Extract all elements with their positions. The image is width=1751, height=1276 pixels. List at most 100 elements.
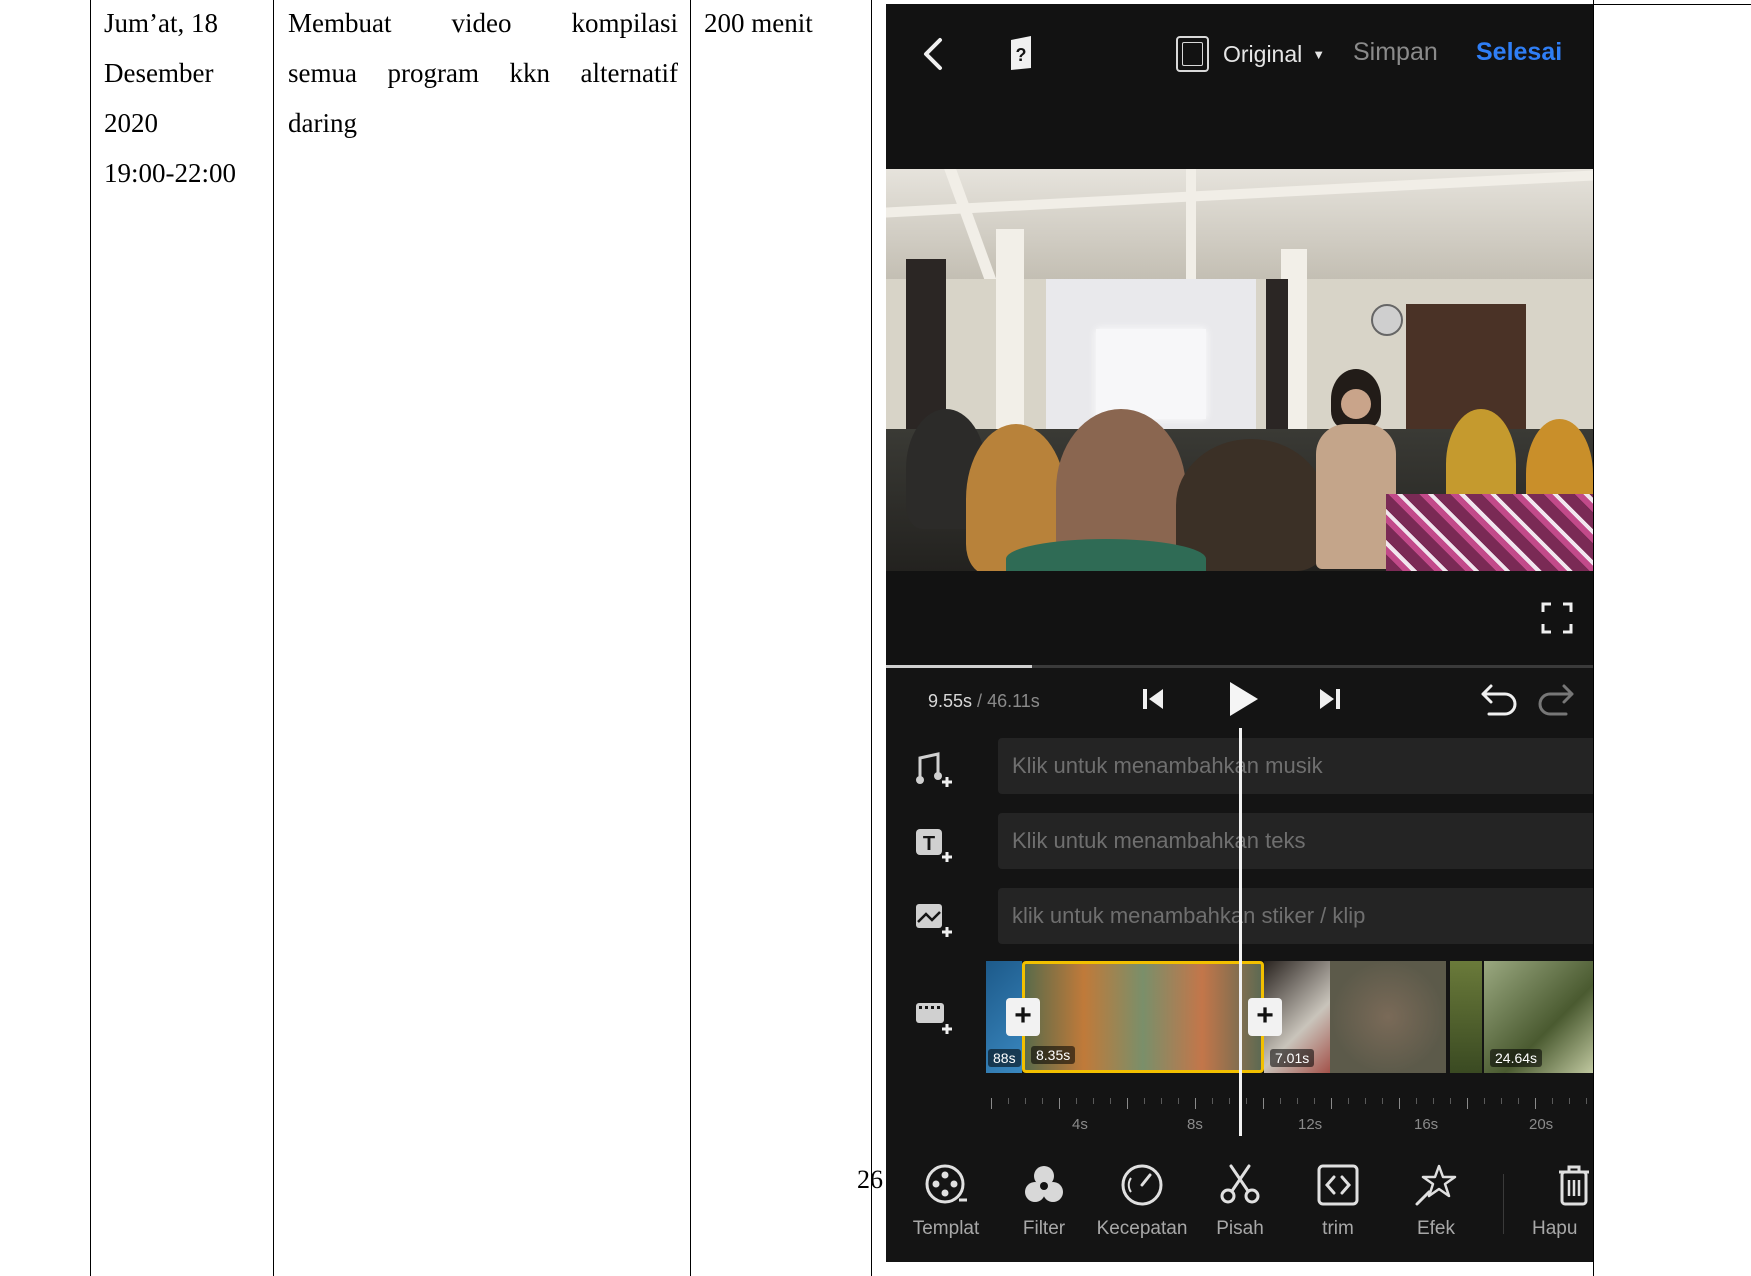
add-clip-icon[interactable] — [914, 997, 954, 1037]
filter-tool[interactable]: Filter — [994, 1162, 1094, 1240]
svg-text:T: T — [923, 833, 935, 855]
trim-tool[interactable]: trim — [1288, 1162, 1388, 1240]
ruler-label: 8s — [1187, 1116, 1203, 1133]
delete-tool[interactable]: Hapu — [1524, 1162, 1593, 1240]
preview-chair — [1006, 539, 1206, 571]
table-border-col2 — [273, 0, 274, 1276]
video-preview[interactable] — [886, 169, 1593, 571]
preview-letterbox — [886, 571, 1593, 666]
activity-word: alternatif — [580, 58, 678, 88]
clip-selected[interactable]: 8.35s — [1022, 961, 1264, 1073]
ruler-tick — [1569, 1098, 1570, 1104]
activity-word: kompilasi — [571, 8, 678, 38]
ruler-tick — [1297, 1098, 1298, 1104]
date-line: Desember — [104, 58, 214, 88]
ruler-tick — [1467, 1098, 1468, 1109]
toolbar-divider — [1503, 1174, 1504, 1234]
tool-label: Filter — [1022, 1218, 1066, 1239]
trash-icon — [1559, 1165, 1589, 1206]
time-separator: / — [972, 691, 988, 711]
clip-thumbnail[interactable] — [1450, 961, 1482, 1073]
activity-word: video — [451, 8, 512, 38]
add-text-icon[interactable]: T — [914, 825, 954, 865]
clip-timeline[interactable]: 88s 8.35s 7.01s 24.64s + + — [986, 961, 1593, 1073]
ruler-tick — [1025, 1098, 1026, 1104]
ruler-tick — [1399, 1098, 1400, 1109]
clip-duration: 8.35s — [1031, 1046, 1076, 1064]
effect-tool[interactable]: Efek — [1386, 1162, 1486, 1240]
activity-word: kkn — [509, 58, 551, 88]
tool-label: trim — [1322, 1218, 1354, 1239]
music-track[interactable]: Klik untuk menambahkan musik — [998, 738, 1593, 794]
activity-line: Membuat video kompilasi — [288, 0, 678, 48]
speed-tool[interactable]: Kecepatan — [1092, 1162, 1192, 1240]
tool-label: Pisah — [1216, 1218, 1264, 1239]
add-music-icon[interactable] — [914, 750, 954, 790]
redo-icon[interactable] — [1536, 682, 1576, 718]
text-track[interactable]: Klik untuk menambahkan teks — [998, 813, 1593, 869]
ruler-tick — [1246, 1098, 1247, 1104]
table-border-col4 — [871, 0, 872, 1276]
ruler-tick — [1501, 1098, 1502, 1104]
add-transition-button[interactable]: + — [1248, 998, 1282, 1036]
clip-thumbnail[interactable]: 24.64s — [1484, 961, 1593, 1073]
activity-line: daring — [288, 108, 357, 138]
ruler-tick — [1535, 1098, 1536, 1109]
ruler-label: 20s — [1529, 1116, 1554, 1133]
skip-next-icon[interactable] — [1318, 686, 1342, 712]
activity-cell: Membuat video kompilasi semua program kk… — [288, 0, 678, 148]
save-button[interactable]: Simpan — [1353, 38, 1438, 67]
playback-time: 9.55s / 46.11s — [928, 691, 1040, 712]
effect-wand-icon — [1415, 1164, 1457, 1206]
aspect-ratio-dropdown[interactable]: Original ▼ — [1176, 34, 1325, 74]
ruler-tick — [1382, 1098, 1383, 1104]
ruler-tick — [1093, 1098, 1094, 1104]
add-sticker-icon[interactable] — [914, 900, 954, 940]
ruler-tick — [1178, 1098, 1179, 1104]
add-transition-button[interactable]: + — [1006, 998, 1040, 1036]
activity-word: program — [387, 58, 479, 88]
clip-thumbnail[interactable] — [1330, 961, 1446, 1073]
done-button[interactable]: Selesai — [1476, 38, 1562, 67]
play-icon[interactable] — [1226, 680, 1260, 718]
tool-label: Hapu — [1532, 1218, 1578, 1239]
aspect-ratio-label: Original — [1223, 40, 1303, 67]
current-time: 9.55s — [928, 691, 973, 711]
trim-icon — [1317, 1164, 1359, 1206]
playback-controls: 9.55s / 46.11s — [886, 668, 1593, 728]
page-number: 26 — [857, 1165, 883, 1194]
preview-clock — [1371, 304, 1403, 336]
ruler-label: 4s — [1072, 1116, 1088, 1133]
table-border-left — [90, 0, 91, 1276]
undo-icon[interactable] — [1479, 682, 1519, 718]
ruler-tick — [1314, 1098, 1315, 1104]
skip-previous-icon[interactable] — [1141, 686, 1165, 712]
ruler-tick — [1586, 1098, 1587, 1104]
sticker-track[interactable]: klik untuk menambahkan stiker / klip — [998, 888, 1593, 944]
ruler-tick — [1331, 1098, 1332, 1109]
scissors-icon — [1220, 1164, 1260, 1204]
split-tool[interactable]: Pisah — [1190, 1162, 1290, 1240]
editor-topbar: ? Original ▼ Simpan Selesai — [886, 4, 1593, 169]
ruler-label: 16s — [1414, 1116, 1439, 1133]
back-arrow-icon[interactable] — [916, 32, 952, 76]
table-border-col5 — [1593, 0, 1594, 1276]
clip-duration: 88s — [988, 1049, 1021, 1067]
timeline-ruler: 4s 8s 12s 16s 20s — [986, 1094, 1593, 1134]
preview-table-cloth — [1386, 494, 1593, 571]
ruler-tick — [1144, 1098, 1145, 1104]
fullscreen-icon[interactable] — [1541, 602, 1573, 634]
template-tool[interactable]: Templat — [896, 1162, 996, 1240]
duration-cell: 200 menit — [704, 8, 813, 38]
playhead[interactable] — [1239, 728, 1242, 1136]
ruler-tick — [1433, 1098, 1434, 1104]
ruler-tick — [1212, 1098, 1213, 1104]
activity-line: semua program kkn alternatif — [288, 48, 678, 98]
template-reel-icon — [925, 1164, 967, 1204]
video-editor-screenshot: ? Original ▼ Simpan Selesai 9.55s / 46.1… — [886, 4, 1593, 1262]
help-book-icon[interactable]: ? — [1006, 34, 1036, 72]
ruler-tick — [1280, 1098, 1281, 1104]
ruler-tick — [1229, 1098, 1230, 1104]
caret-down-icon: ▼ — [1312, 46, 1326, 62]
ruler-label: 12s — [1298, 1116, 1323, 1133]
